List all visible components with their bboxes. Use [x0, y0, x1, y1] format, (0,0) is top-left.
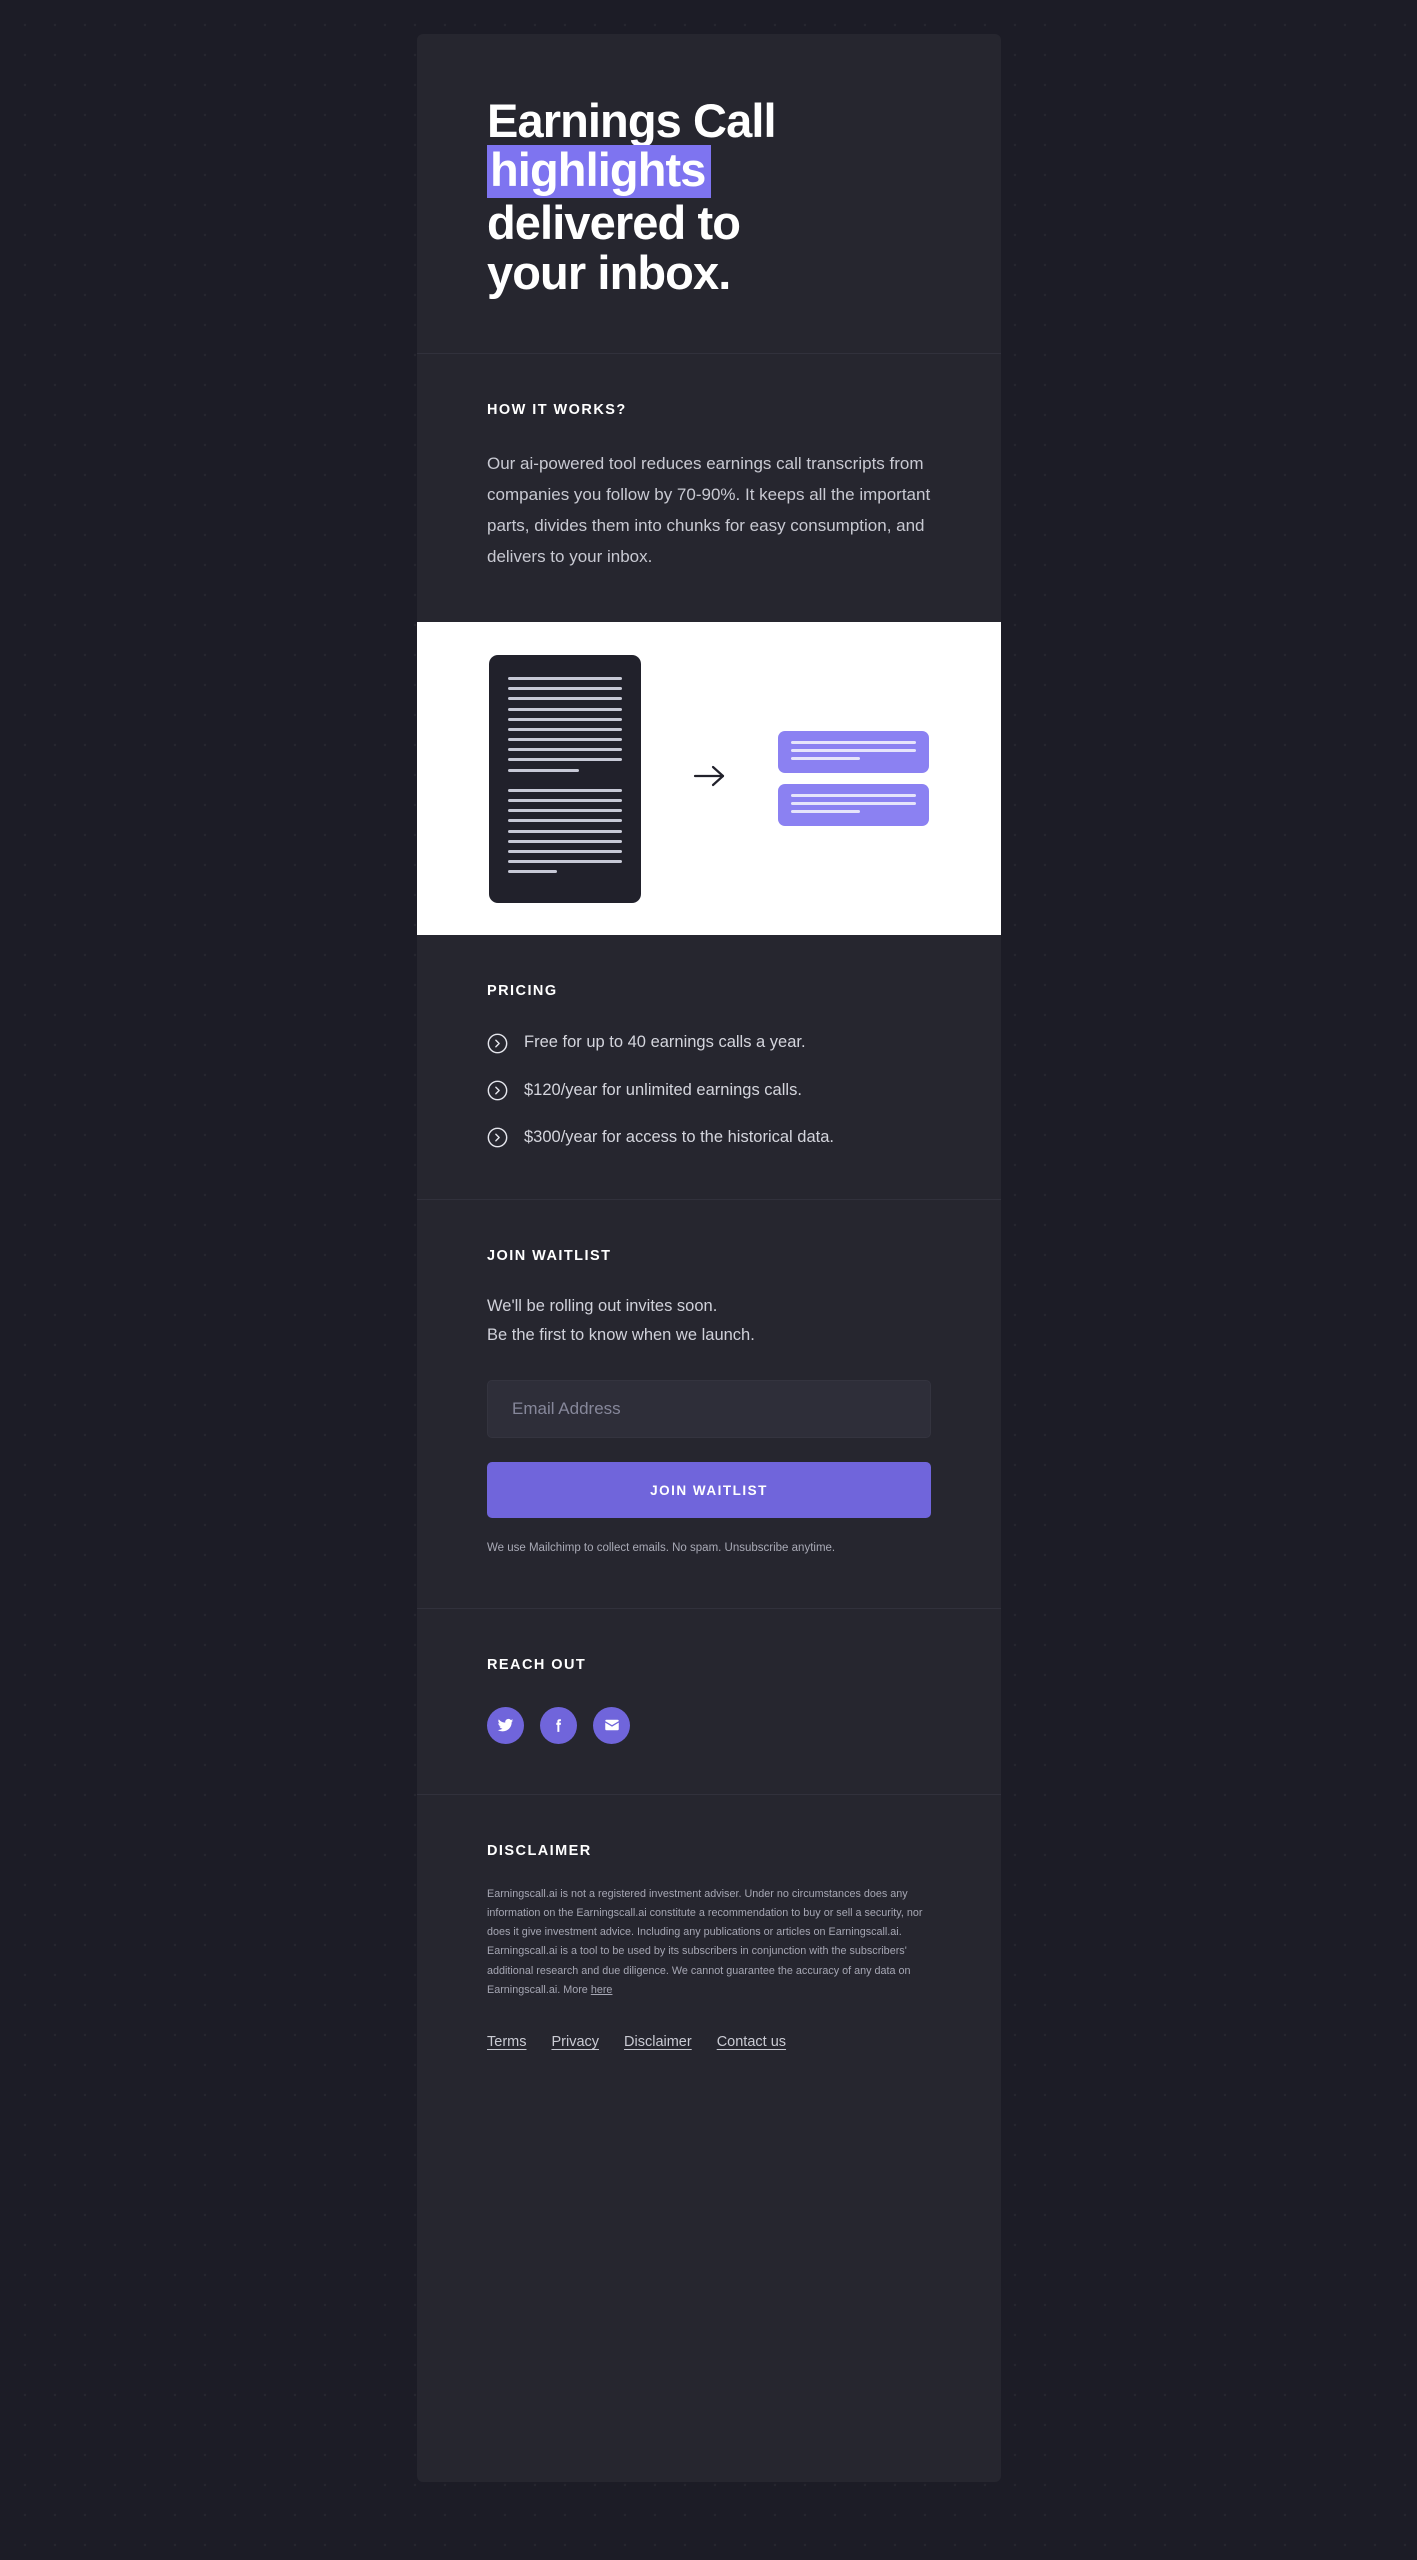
reach-out-section: REACH OUT [417, 1609, 1001, 1794]
waitlist-copy: We'll be rolling out invites soon. Be th… [487, 1292, 931, 1351]
disclaimer-section: DISCLAIMER Earningscall.ai is not a regi… [417, 1795, 1001, 2100]
page-title: Earnings Call highlights delivered to yo… [487, 96, 931, 297]
footer-link-privacy[interactable]: Privacy [551, 2034, 599, 2050]
highlight-cards [778, 731, 929, 827]
disclaimer-body-text: Earningscall.ai is not a registered inve… [487, 1887, 923, 1996]
pricing-list: Free for up to 40 earnings calls a year.… [487, 1031, 931, 1148]
pricing-section: PRICING Free for up to 40 earnings calls… [417, 935, 1001, 1198]
join-waitlist-button[interactable]: JOIN WAITLIST [487, 1462, 931, 1519]
footer-link-disclaimer[interactable]: Disclaimer [624, 2034, 692, 2050]
twitter-icon [497, 1717, 514, 1734]
how-it-works-illustration [417, 622, 1001, 936]
list-item: $300/year for access to the historical d… [487, 1126, 931, 1149]
facebook-link[interactable] [540, 1706, 577, 1744]
landing-card: Earnings Call highlights delivered to yo… [417, 34, 1001, 2482]
how-it-works-eyebrow: HOW IT WORKS? [487, 402, 627, 419]
page-root: Earnings Call highlights delivered to yo… [0, 0, 1417, 2560]
envelope-icon [603, 1716, 621, 1734]
footer-link-contact[interactable]: Contact us [717, 2034, 786, 2050]
footer-link-terms[interactable]: Terms [487, 2034, 526, 2050]
footer-links: Terms Privacy Disclaimer Contact us [487, 2034, 931, 2050]
facebook-icon [550, 1717, 567, 1734]
hero-line-3: delivered to [487, 196, 741, 250]
waitlist-section: JOIN WAITLIST We'll be rolling out invit… [417, 1200, 1001, 1608]
hero-line-1: Earnings Call [487, 94, 777, 147]
email-link[interactable] [593, 1706, 630, 1744]
list-item: $120/year for unlimited earnings calls. [487, 1079, 931, 1102]
hero-section: Earnings Call highlights delivered to yo… [417, 34, 1001, 353]
hero-line-4: your inbox. [487, 245, 731, 299]
highlight-card [778, 784, 929, 827]
disclaimer-body: Earningscall.ai is not a registered inve… [487, 1885, 931, 2000]
twitter-link[interactable] [487, 1706, 524, 1744]
chevron-right-circle-icon [487, 1127, 508, 1148]
hero-highlight: highlights [487, 145, 711, 199]
disclaimer-eyebrow: DISCLAIMER [487, 1842, 592, 1859]
hero-line-2: highlights [487, 145, 931, 199]
social-links [487, 1706, 931, 1744]
transcript-document [489, 654, 641, 903]
how-it-works-body: Our ai-powered tool reduces earnings cal… [487, 454, 931, 567]
waitlist-copy-line-1: We'll be rolling out invites soon. [487, 1296, 718, 1315]
pricing-item-label: $120/year for unlimited earnings calls. [524, 1080, 802, 1099]
pricing-item-label: Free for up to 40 earnings calls a year. [524, 1033, 806, 1052]
waitlist-copy-line-2: Be the first to know when we launch. [487, 1326, 755, 1345]
how-it-works-section: HOW IT WORKS? Our ai-powered tool reduce… [417, 354, 1001, 622]
arrow-right-icon [693, 763, 727, 794]
reach-out-eyebrow: REACH OUT [487, 1656, 587, 1673]
disclaimer-more-link[interactable]: here [591, 1984, 613, 1996]
mailchimp-note: We use Mailchimp to collect emails. No s… [487, 1542, 836, 1555]
chevron-right-circle-icon [487, 1033, 508, 1054]
chevron-right-circle-icon [487, 1080, 508, 1101]
pricing-item-label: $300/year for access to the historical d… [524, 1127, 835, 1146]
email-field[interactable] [487, 1380, 931, 1439]
pricing-eyebrow: PRICING [487, 983, 558, 1000]
waitlist-eyebrow: JOIN WAITLIST [487, 1247, 612, 1264]
list-item: Free for up to 40 earnings calls a year. [487, 1031, 931, 1054]
highlight-card [778, 731, 929, 774]
